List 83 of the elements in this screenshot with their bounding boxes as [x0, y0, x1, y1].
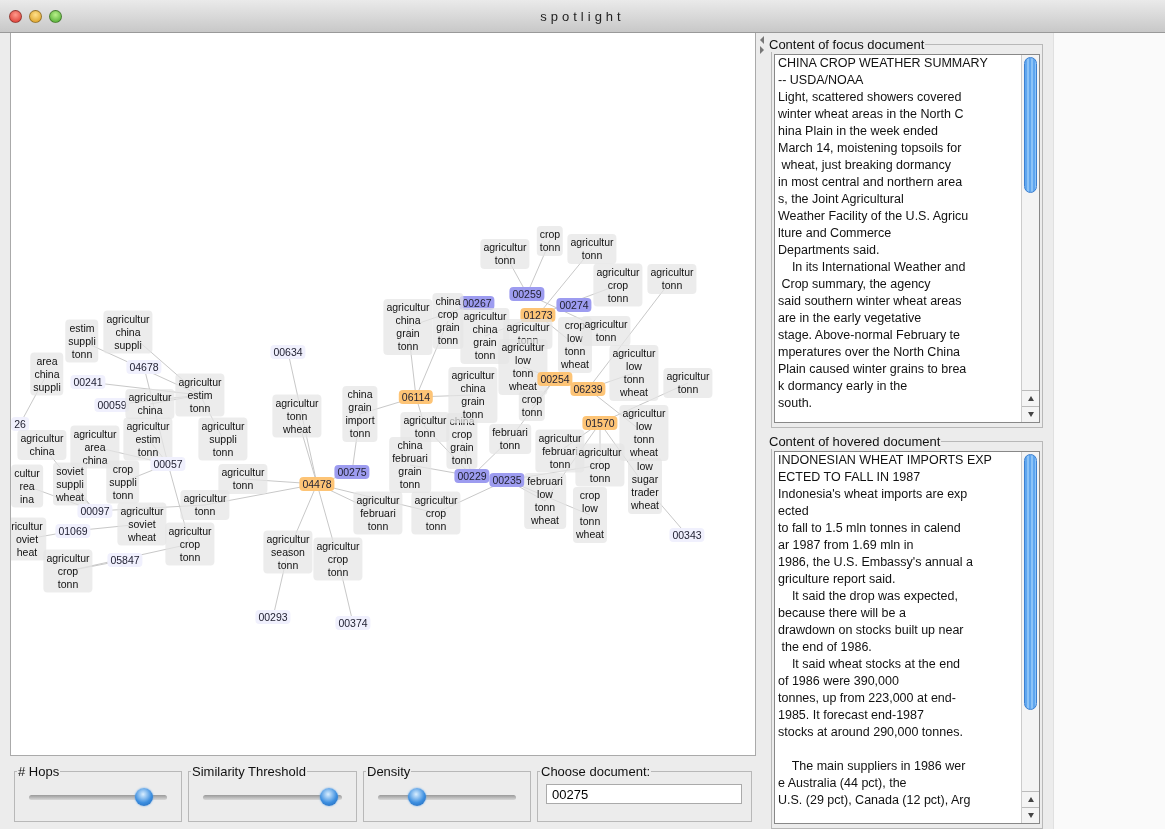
document-node[interactable]: 01069	[55, 524, 91, 538]
keyword-label: februari tonn	[489, 424, 531, 454]
keyword-label: agricultur crop tonn	[313, 537, 363, 581]
field-label: Choose document:	[540, 764, 652, 779]
keyword-label: agricultur estim tonn	[175, 373, 225, 417]
document-node[interactable]: 04678	[126, 360, 162, 374]
keyword-label: agricultur tonn	[663, 368, 713, 398]
keyword-label: agricultur china	[17, 430, 67, 460]
keyword-label: agricultur crop tonn	[411, 491, 461, 535]
keyword-label: china crop grain tonn	[432, 293, 464, 349]
slider-thumb[interactable]	[134, 788, 153, 806]
keyword-label: estim suppli tonn	[65, 319, 99, 363]
keyword-label: agricultur tonn	[480, 239, 530, 269]
graph-canvas[interactable]	[10, 33, 756, 756]
document-input-field[interactable]: 00275	[546, 784, 742, 804]
keyword-label: agricultur estim tonn	[123, 417, 173, 461]
document-node[interactable]: 00097	[77, 504, 113, 518]
splitter-arrows-icon[interactable]	[759, 35, 765, 55]
slider-label: Density	[366, 764, 412, 779]
document-node[interactable]: 00374	[335, 616, 371, 630]
keyword-label: agricultur low tonn wheat	[609, 345, 659, 401]
keyword-label: agricultur china suppli	[103, 310, 153, 354]
keyword-label: agricultur crop tonn	[165, 522, 215, 566]
scroll-up-icon[interactable]	[1026, 395, 1035, 403]
keyword-label: crop tonn	[518, 391, 546, 421]
close-button[interactable]	[9, 9, 22, 23]
document-node[interactable]: 04478	[299, 477, 335, 491]
panel-title: Content of focus document	[768, 37, 926, 52]
panel-title: Content of hovered document	[768, 434, 942, 450]
keyword-label: agricultur tonn wheat	[272, 394, 322, 438]
minimize-button[interactable]	[29, 9, 42, 23]
keyword-label: agricultur februari tonn	[353, 491, 403, 535]
keyword-label: area china suppli	[30, 352, 64, 396]
keyword-label: agricultur crop tonn	[593, 263, 643, 307]
document-node[interactable]: 00293	[255, 610, 291, 624]
keyword-label: china grain import tonn	[342, 386, 378, 442]
keyword-label: agricultur tonn	[218, 464, 268, 494]
slider-label: Similarity Threshold	[191, 764, 307, 779]
keyword-label: cultur rea ina	[11, 464, 43, 508]
document-node[interactable]: 00634	[270, 345, 306, 359]
keyword-label: agricultur tonn	[180, 490, 230, 520]
document-node[interactable]: 00241	[70, 375, 106, 389]
document-node[interactable]: 00254	[537, 372, 573, 386]
keyword-label: ricultur oviet heat	[11, 517, 46, 561]
document-node[interactable]: 06239	[570, 382, 606, 396]
document-node[interactable]: 26	[11, 417, 29, 431]
scrollbar[interactable]	[1021, 55, 1039, 423]
keyword-label: agricultur crop tonn	[575, 443, 625, 487]
keyword-label: februari low tonn wheat	[524, 473, 566, 529]
keyword-label: crop tonn	[536, 226, 564, 256]
document-node[interactable]: 01570	[582, 416, 618, 430]
document-text: INDONESIAN WHEAT IMPORTS EXP ECTED TO FALL IN 1987 Indonesia's wheat imports are exp ected to fall to 1.5 mln tonnes in calend ar 1987 from 1.69 mln in 1986, the U.S. Embassy's annual a griculture report said. It said the drop was expected, because there will be a drawdown on stocks built up near the end of 1986. It said wheat stocks at the end of 1986 were 390,000 tonnes, up from 223,000 at end- 1985. It forecast end-1987 stocks at around 290,000 tonnes. The main suppliers in 1986 wer e Australia (44 pct), the U.S. (29 pct), Canada (12 pct), Arg	[777, 452, 993, 810]
keyword-label: crop low tonn wheat	[573, 487, 607, 543]
document-node[interactable]: 00275	[334, 465, 370, 479]
scroll-down-icon[interactable]	[1026, 411, 1035, 419]
slider-track[interactable]	[29, 787, 167, 807]
document-node[interactable]: 00274	[556, 298, 592, 312]
document-node[interactable]: 00343	[669, 528, 705, 542]
document-node[interactable]: 00229	[454, 469, 490, 483]
keyword-label: agricultur china grain tonn	[383, 299, 433, 355]
keyword-label: agricultur suppli tonn	[198, 417, 248, 461]
document-node[interactable]: 06114	[398, 390, 434, 404]
scrollbar[interactable]	[1021, 452, 1039, 823]
document-node[interactable]: 00235	[489, 473, 525, 487]
document-node[interactable]: 00259	[509, 287, 545, 301]
keyword-label: agricultur soviet wheat	[117, 502, 167, 546]
document-node[interactable]: 00057	[150, 457, 186, 471]
slider-track[interactable]	[203, 787, 342, 807]
slider-label: # Hops	[17, 764, 61, 779]
keyword-label: low sugar trader wheat	[628, 458, 662, 514]
slider-thumb[interactable]	[408, 788, 426, 806]
window-title: spotlight	[540, 8, 625, 24]
scroll-up-icon[interactable]	[1026, 796, 1035, 803]
keyword-label: agricultur season tonn	[263, 530, 313, 574]
keyword-label: agricultur tonn	[647, 264, 697, 294]
zoom-button[interactable]	[49, 9, 62, 23]
document-node[interactable]: 05847	[107, 553, 143, 567]
slider-track[interactable]	[378, 787, 516, 807]
keyword-label: agricultur tonn	[567, 234, 617, 264]
keyword-label: agricultur crop tonn	[43, 549, 93, 593]
scroll-down-icon[interactable]	[1026, 812, 1035, 819]
slider-thumb[interactable]	[320, 788, 339, 806]
document-text: CHINA CROP WEATHER SUMMARY -- USDA/NOAA Light, scattered showers covered winter wheat areas in the North C hina Plain in the week ended March 14, moistening topsoils for wheat, just breaking dormancy in most central and northern area s, the Joint Agricultural Weather Facility of the U.S. Agricu lture and Commerce Departments said. In its International Weather and Crop summary, the agency said southern winter wheat areas are in the early vegetative stage. Above-normal February te mperatures over the North China Plain caused winter grains to brea k dormancy early in the south.	[777, 55, 989, 412]
